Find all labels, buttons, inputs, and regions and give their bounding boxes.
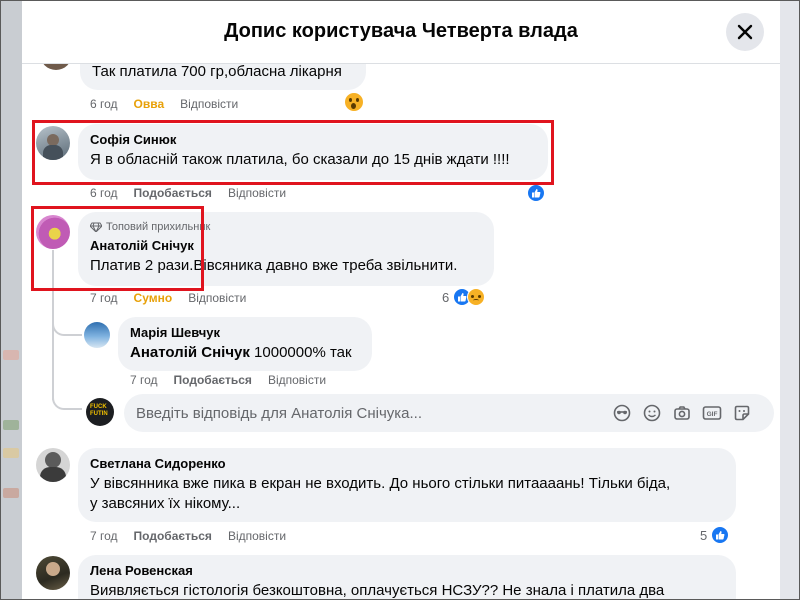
- comment-text: Я в обласній також платила, бо сказали д…: [90, 151, 510, 168]
- reaction-summary[interactable]: [527, 184, 545, 202]
- reply-link[interactable]: Відповісти: [228, 186, 286, 200]
- comment-text-line: У вівсянника вже пика в екран не входить…: [90, 475, 671, 492]
- reaction-wow-link[interactable]: Овва: [134, 97, 165, 111]
- dialog-header: Допис користувача Четверта влада: [22, 0, 780, 64]
- reaction-summary[interactable]: [344, 92, 364, 112]
- background-scroll-edge: [780, 0, 800, 600]
- wow-emoji-icon: [344, 92, 364, 112]
- avatar[interactable]: [36, 126, 70, 160]
- like-link[interactable]: Подобається: [134, 529, 212, 543]
- comment-bubble: Лена Ровенская Виявляється гістологія бе…: [78, 555, 736, 600]
- badge-label: Топовий прихильник: [106, 221, 211, 233]
- comment-text: Анатолій Снічук 1000000% так: [130, 343, 360, 363]
- comment-time[interactable]: 7 год: [90, 529, 118, 543]
- reply-composer: GIF: [124, 394, 774, 432]
- avatar-sticker-icon[interactable]: FUCK FUTIN: [86, 398, 114, 426]
- camera-icon: [674, 406, 690, 420]
- reply-link[interactable]: Відповісти: [188, 291, 246, 305]
- sticker-icon: [734, 405, 750, 421]
- comment-author[interactable]: Анатолій Снічук: [90, 238, 482, 254]
- comment-text: Платив 2 рази.Вівсяника давно вже треба …: [90, 257, 458, 274]
- like-icon: [711, 526, 730, 544]
- dialog-title: Допис користувача Четверта влада: [224, 20, 578, 42]
- thread-connector: [52, 314, 82, 336]
- reply-input[interactable]: [136, 394, 596, 432]
- comment-author[interactable]: Марія Шевчук: [130, 325, 360, 341]
- reaction-count: 6: [442, 289, 450, 305]
- svg-text:GIF: GIF: [707, 411, 718, 418]
- reaction-count: 5: [700, 527, 708, 543]
- comment-time[interactable]: 7 год: [130, 373, 158, 387]
- reaction-sad-link[interactable]: Сумно: [134, 291, 173, 305]
- avatar[interactable]: [84, 322, 110, 348]
- like-link[interactable]: Подобається: [174, 373, 252, 387]
- reply-link[interactable]: Відповісти: [268, 373, 326, 387]
- comment-actions: 7 год Сумно Відповісти: [90, 291, 246, 305]
- avatar[interactable]: [36, 448, 70, 482]
- avatar[interactable]: [36, 556, 70, 590]
- comment-author[interactable]: Лена Ровенская: [90, 563, 724, 579]
- reaction-summary[interactable]: 6: [442, 288, 486, 306]
- thread-connector: [52, 392, 82, 410]
- reply-link[interactable]: Відповісти: [180, 97, 238, 111]
- comment-author[interactable]: Светлана Сидоренко: [90, 456, 724, 472]
- sticker-button[interactable]: [732, 403, 752, 423]
- close-button[interactable]: [726, 13, 764, 51]
- top-fan-badge: Топовий прихильник: [90, 220, 482, 234]
- comment-bubble: Софія Синюк Я в обласній також платила, …: [78, 124, 548, 180]
- comment-actions: 7 год Подобається Відповісти: [90, 529, 286, 543]
- like-icon: [527, 184, 545, 202]
- comment-time[interactable]: 7 год: [90, 291, 118, 305]
- reaction-summary[interactable]: 5: [700, 526, 730, 544]
- diamond-icon: [90, 222, 102, 232]
- comment-bubble: Светлана Сидоренко У вівсянника вже пика…: [78, 448, 736, 522]
- mention-link[interactable]: Анатолій Снічук: [130, 344, 250, 361]
- comment-author[interactable]: Софія Синюк: [90, 132, 536, 148]
- post-dialog: Допис користувача Четверта влада Так пла…: [22, 0, 780, 600]
- gif-button[interactable]: GIF: [702, 403, 722, 423]
- comment-time[interactable]: 6 год: [90, 186, 118, 200]
- comment-actions: 6 год Овва Відповісти: [90, 97, 238, 111]
- comment-text: Так платила 700 гр,обласна лікарня: [92, 63, 342, 80]
- comment-text-line: у завсяних їх нікому...: [90, 495, 241, 512]
- comment-bubble: Марія Шевчук Анатолій Снічук 1000000% та…: [118, 317, 372, 371]
- emoji-icon: [643, 404, 661, 422]
- sad-emoji-icon: [467, 288, 486, 306]
- comment-actions: 6 год Подобається Відповісти: [90, 186, 286, 200]
- gif-icon: GIF: [702, 406, 722, 420]
- avatar[interactable]: [36, 215, 70, 249]
- avatar-sticker-icon: [613, 404, 631, 422]
- reply-text: 1000000% так: [249, 344, 352, 361]
- comment-time[interactable]: 6 год: [90, 97, 118, 111]
- background-feed-edge: [0, 0, 22, 600]
- avatar-sticker-button[interactable]: [612, 403, 632, 423]
- comment-actions: 7 год Подобається Відповісти: [130, 373, 326, 387]
- like-link[interactable]: Подобається: [134, 186, 212, 200]
- comment-text: Виявляється гістологія безкоштовна, опла…: [90, 582, 665, 599]
- reply-link[interactable]: Відповісти: [228, 529, 286, 543]
- emoji-button[interactable]: [642, 403, 662, 423]
- comment-bubble: Топовий прихильник Анатолій Снічук Плати…: [78, 212, 494, 286]
- camera-button[interactable]: [672, 403, 692, 423]
- close-icon: [737, 24, 753, 40]
